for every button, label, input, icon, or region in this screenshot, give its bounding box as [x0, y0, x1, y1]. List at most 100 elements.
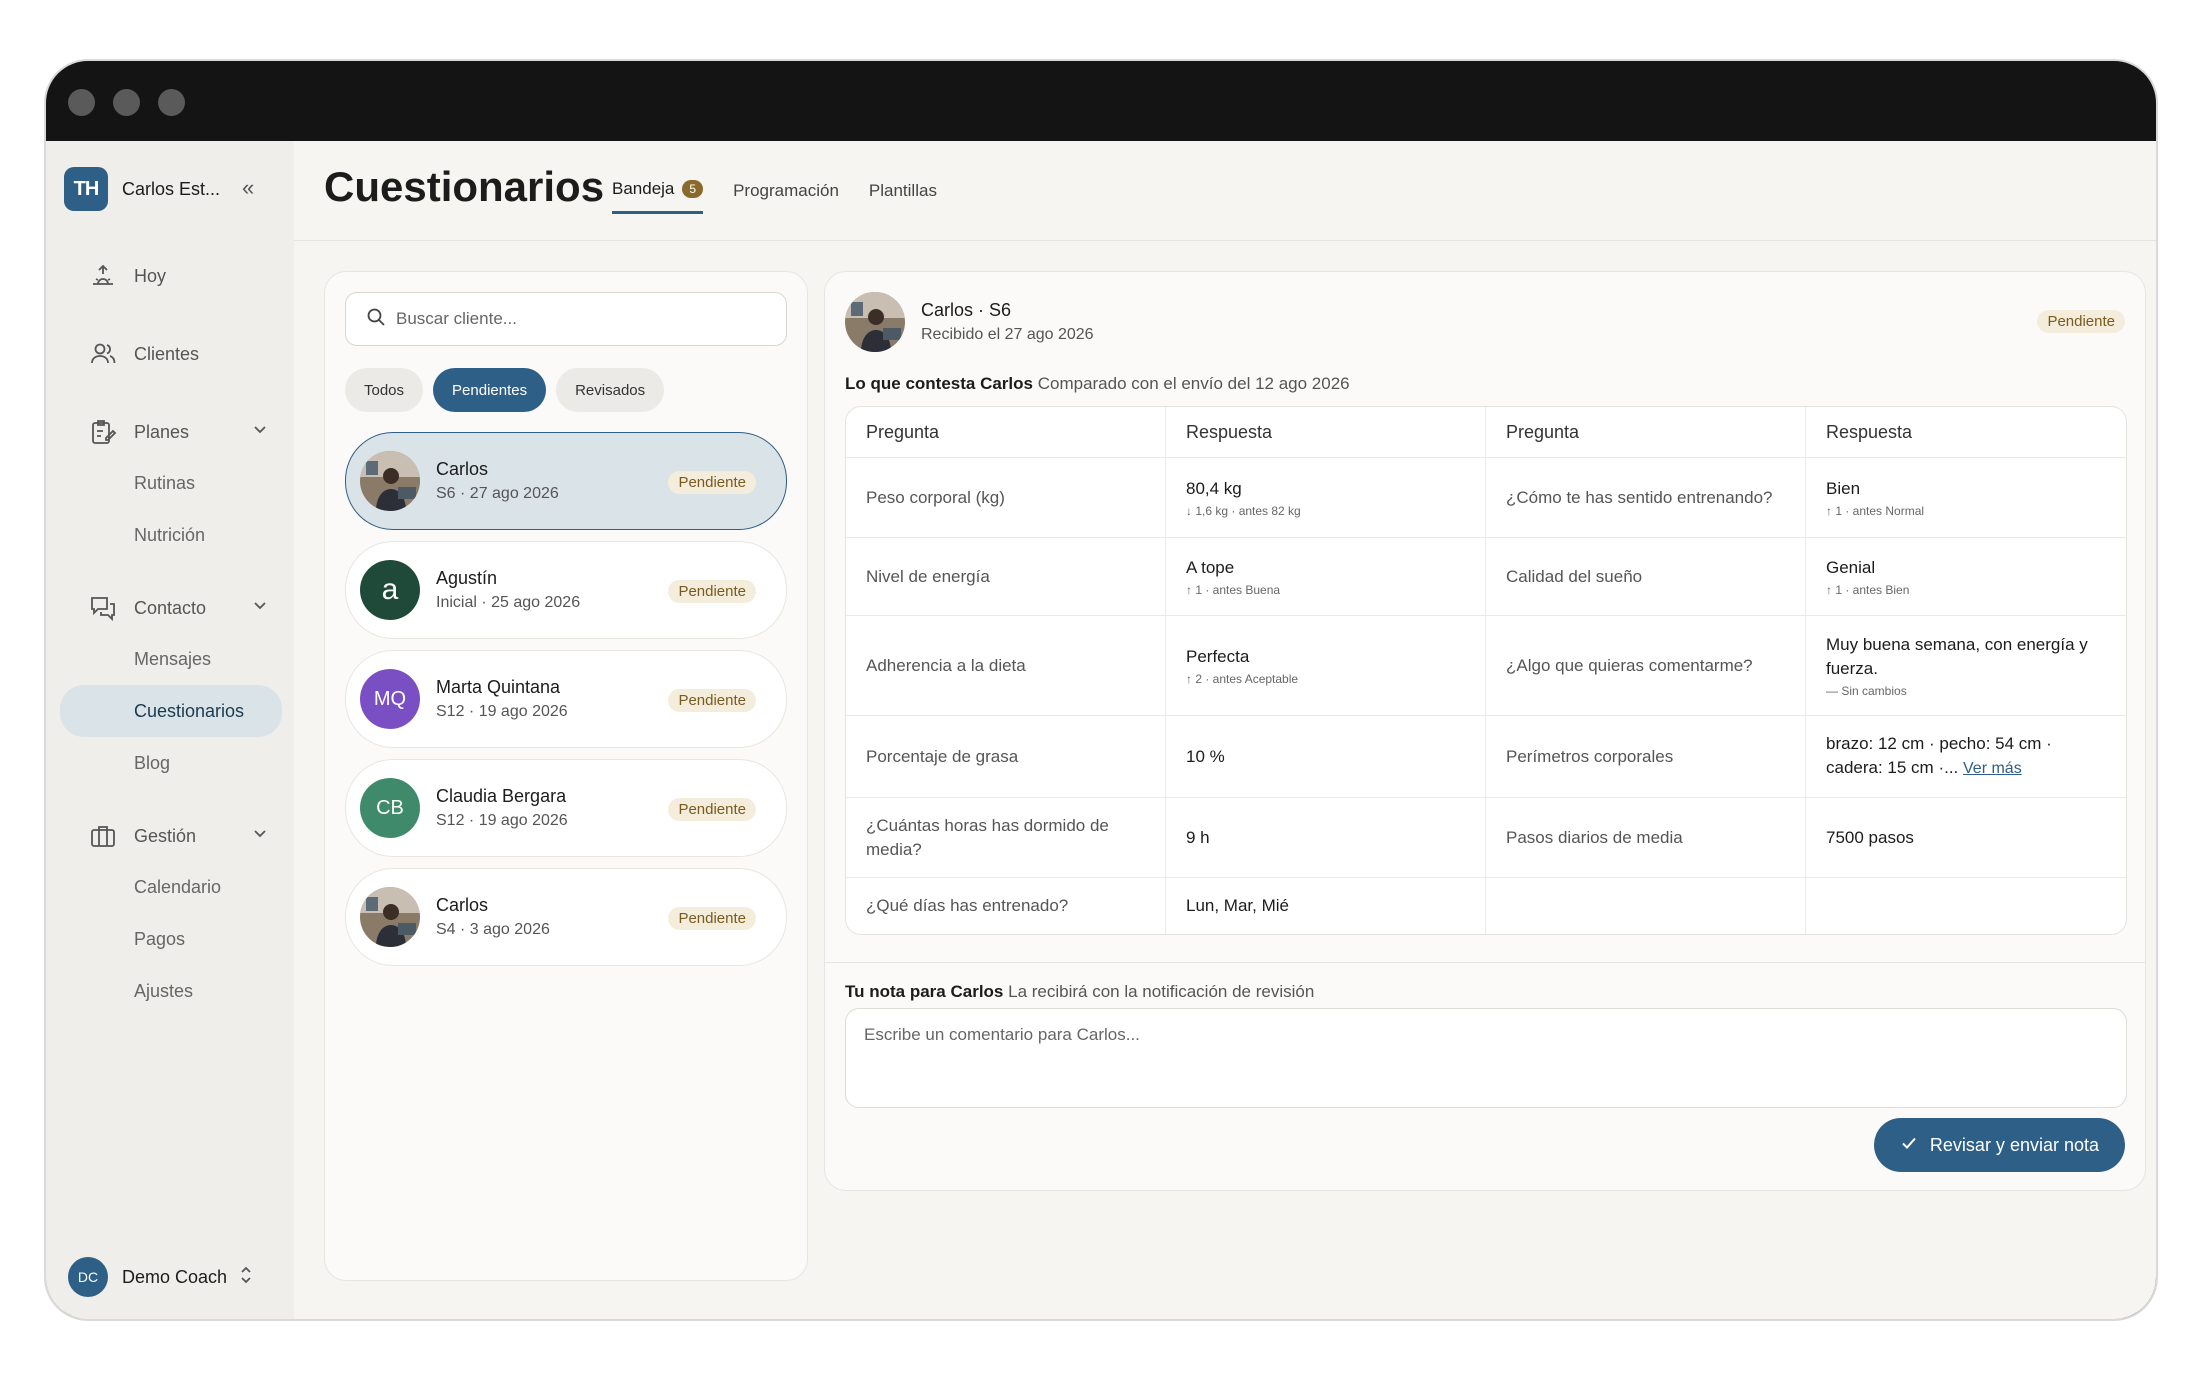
- questionnaire-detail: Carlos · S6 Recibido el 27 ago 2026 Pend…: [824, 271, 2146, 1191]
- tab-programacion[interactable]: Programación: [733, 179, 839, 214]
- list-item[interactable]: CB Claudia Bergara S12 · 19 ago 2026 Pen…: [345, 759, 787, 857]
- avatar: [360, 451, 420, 511]
- sidebar-item-ajustes[interactable]: Ajustes: [60, 965, 282, 1017]
- question-cell: Porcentaje de grasa: [846, 716, 1166, 797]
- client-list-panel: Todos Pendientes Revisados Carlos S6 · 2…: [324, 271, 808, 1281]
- divider: [825, 962, 2145, 963]
- search-input[interactable]: [396, 309, 756, 329]
- collapse-sidebar-icon[interactable]: «: [242, 175, 254, 201]
- avatar: DC: [68, 1257, 108, 1297]
- chevron-down-icon[interactable]: [252, 597, 268, 618]
- table-row: Porcentaje de grasa 10 % Perímetros corp…: [846, 716, 2126, 798]
- review-send-button[interactable]: Revisar y enviar nota: [1873, 1118, 2125, 1172]
- sidebar-item-label: Planes: [134, 421, 190, 442]
- table-row: Nivel de energía A tope ↑ 1 · antes Buen…: [846, 538, 2126, 616]
- answer-cell: Muy buena semana, con energía y fuerza. …: [1806, 616, 2126, 715]
- answer-cell: 9 h: [1166, 798, 1486, 877]
- detail-received-date: Recibido el 27 ago 2026: [921, 326, 1094, 343]
- answer-cell: Lun, Mar, Mié: [1166, 878, 1486, 934]
- filter-pendientes[interactable]: Pendientes: [433, 368, 547, 412]
- client-name: Carlos: [436, 895, 489, 915]
- tab-plantillas[interactable]: Plantillas: [869, 179, 937, 214]
- answer-cell: Perfecta ↑ 2 · antes Aceptable: [1166, 616, 1486, 715]
- question-cell: Calidad del sueño: [1486, 538, 1806, 615]
- avatar: MQ: [360, 669, 420, 729]
- status-badge: Pendiente: [668, 471, 756, 494]
- column-header-respuesta: Respuesta: [1166, 407, 1486, 457]
- detail-client-name: Carlos · S6: [921, 300, 1012, 320]
- tab-bar: Bandeja 5 Programación Plantillas: [612, 179, 967, 214]
- search-icon: [366, 307, 386, 332]
- question-cell: Adherencia a la dieta: [846, 616, 1166, 715]
- question-cell: Peso corporal (kg): [846, 458, 1166, 537]
- brand-logo: TH: [64, 167, 108, 211]
- answer-value: 7500 pasos: [1826, 827, 1914, 847]
- avatar: CB: [360, 778, 420, 838]
- coach-switcher[interactable]: DC Demo Coach: [68, 1257, 253, 1297]
- list-item[interactable]: a Agustín Inicial · 25 ago 2026 Pendient…: [345, 541, 787, 639]
- main-content: Cuestionarios Bandeja 5 Programación Pla…: [294, 141, 2156, 1319]
- avatar: [845, 292, 905, 352]
- client-list: Carlos S6 · 27 ago 2026 Pendiente a Agus…: [345, 432, 787, 977]
- sidebar-item-clientes[interactable]: Clientes: [60, 329, 282, 379]
- sidebar-item-calendario[interactable]: Calendario: [60, 861, 282, 913]
- list-item[interactable]: Carlos S4 · 3 ago 2026 Pendiente: [345, 868, 787, 966]
- chevron-down-icon[interactable]: [252, 825, 268, 846]
- question-cell: Pasos diarios de media: [1486, 798, 1806, 877]
- client-name: Claudia Bergara: [436, 786, 567, 806]
- status-badge: Pendiente: [2037, 310, 2125, 333]
- coach-name: Demo Coach: [122, 1266, 228, 1287]
- answer-delta: ↑ 1 · antes Buena: [1186, 583, 1281, 597]
- answer-cell: brazo: 12 cm · pecho: 54 cm · cadera: 15…: [1806, 716, 2126, 797]
- tab-count-badge: 5: [682, 180, 704, 198]
- answer-delta: ↑ 2 · antes Aceptable: [1186, 672, 1299, 686]
- filter-revisados[interactable]: Revisados: [556, 368, 665, 412]
- ver-mas-link[interactable]: Ver más: [1963, 760, 2022, 777]
- filter-todos[interactable]: Todos: [345, 368, 424, 412]
- chevron-up-down-icon: [239, 1265, 253, 1290]
- client-name: Agustín: [436, 568, 498, 588]
- answer-cell: 10 %: [1166, 716, 1486, 797]
- window-titlebar: [46, 61, 2156, 141]
- tab-bandeja[interactable]: Bandeja 5: [612, 179, 704, 214]
- answer-cell: Bien ↑ 1 · antes Normal: [1806, 458, 2126, 537]
- answer-cell: A tope ↑ 1 · antes Buena: [1166, 538, 1486, 615]
- sidebar-item-cuestionarios[interactable]: Cuestionarios: [60, 685, 282, 737]
- answer-value: Bien: [1826, 479, 1861, 498]
- question-cell: Perímetros corporales: [1486, 716, 1806, 797]
- page-header: Cuestionarios Bandeja 5 Programación Pla…: [294, 141, 2156, 241]
- sidebar-item-planes[interactable]: Planes: [60, 407, 282, 457]
- window-zoom-dot[interactable]: [158, 89, 185, 116]
- question-cell: Nivel de energía: [846, 538, 1166, 615]
- brand[interactable]: TH Carlos Est...: [64, 167, 220, 211]
- client-meta: S6 · 27 ago 2026: [436, 485, 559, 502]
- sidebar-item-blog[interactable]: Blog: [60, 737, 282, 789]
- chevron-down-icon[interactable]: [252, 421, 268, 442]
- table-row: ¿Cuántas horas has dormido de media? 9 h…: [846, 798, 2126, 878]
- answer-delta: ↑ 1 · antes Normal: [1826, 504, 1925, 518]
- note-textarea[interactable]: [845, 1008, 2127, 1108]
- sidebar-item-mensajes[interactable]: Mensajes: [60, 633, 282, 685]
- window-minimize-dot[interactable]: [113, 89, 140, 116]
- list-item[interactable]: MQ Marta Quintana S12 · 19 ago 2026 Pend…: [345, 650, 787, 748]
- answer-value: Lun, Mar, Mié: [1186, 896, 1289, 915]
- question-cell: ¿Cuántas horas has dormido de media?: [846, 798, 1166, 877]
- sidebar-item-hoy[interactable]: Hoy: [60, 251, 282, 301]
- answer-value: Perfecta: [1186, 647, 1250, 666]
- sidebar-item-pagos[interactable]: Pagos: [60, 913, 282, 965]
- sidebar-item-rutinas[interactable]: Rutinas: [60, 457, 282, 509]
- sidebar-item-gestion[interactable]: Gestión: [60, 811, 282, 861]
- sidebar-item-nutricion[interactable]: Nutrición: [60, 509, 282, 561]
- clipboard-edit-icon: [88, 417, 118, 447]
- answer-delta: ↑ 1 · antes Bien: [1826, 583, 1910, 597]
- avatar: [360, 887, 420, 947]
- window-close-dot[interactable]: [68, 89, 95, 116]
- list-item[interactable]: Carlos S6 · 27 ago 2026 Pendiente: [345, 432, 787, 530]
- answer-value: 9 h: [1186, 827, 1210, 847]
- app-root: TH Carlos Est... « Hoy Clientes Planes R…: [46, 141, 2156, 1319]
- check-icon: [1900, 1134, 1918, 1157]
- table-row: Adherencia a la dieta Perfecta ↑ 2 · ant…: [846, 616, 2126, 716]
- client-meta: S4 · 3 ago 2026: [436, 921, 550, 938]
- table-row: ¿Qué días has entrenado? Lun, Mar, Mié: [846, 878, 2126, 934]
- sidebar-item-contacto[interactable]: Contacto: [60, 583, 282, 633]
